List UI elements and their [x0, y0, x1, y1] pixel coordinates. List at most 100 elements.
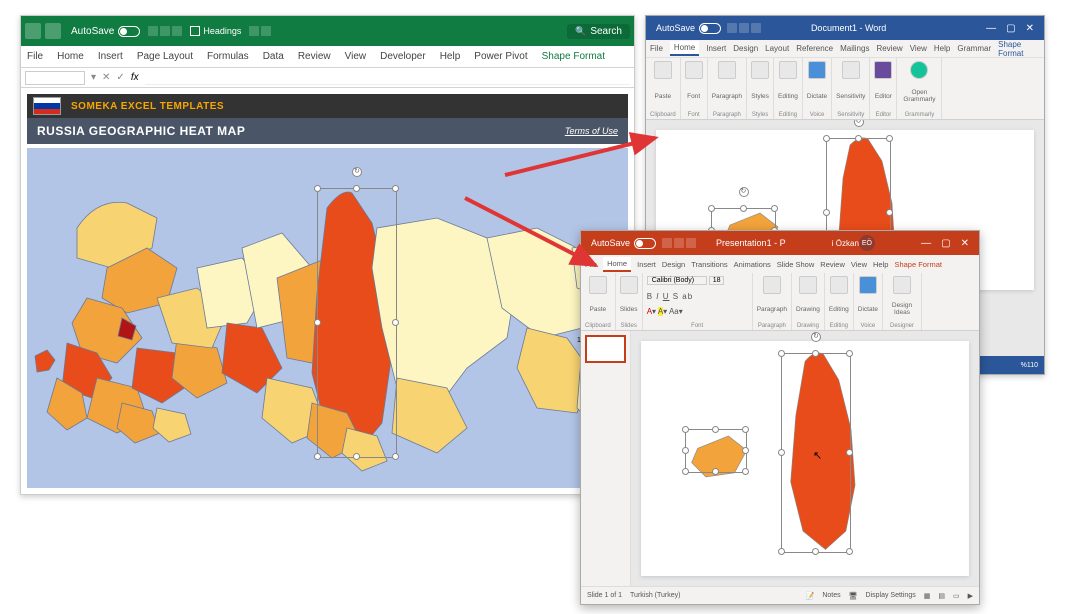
notes-button[interactable]: Notes: [822, 592, 840, 599]
tab-formulas[interactable]: Formulas: [207, 51, 249, 62]
ribbon-sensitivity[interactable]: SensitivitySensitivity: [832, 58, 870, 119]
checkbox-icon[interactable]: [190, 26, 200, 36]
tab-slide-show[interactable]: Slide Show: [777, 260, 815, 269]
name-box[interactable]: [25, 71, 85, 85]
grid-icon[interactable]: [45, 23, 61, 39]
paragraph-icon[interactable]: [763, 276, 781, 294]
ribbon-dictate[interactable]: DictateVoice: [854, 273, 883, 330]
tab-animations[interactable]: Animations: [734, 260, 771, 269]
toggle-icon[interactable]: [699, 23, 721, 34]
grammarly-icon[interactable]: [910, 61, 928, 79]
search-box[interactable]: 🔍 Search: [567, 24, 630, 39]
pasted-shapes[interactable]: [641, 341, 969, 576]
editing-icon[interactable]: [779, 61, 797, 79]
maximize-icon[interactable]: ▢: [941, 238, 950, 249]
slide[interactable]: ↖: [641, 341, 969, 576]
tab-insert[interactable]: Insert: [706, 44, 726, 53]
slide-thumbnail-panel[interactable]: [581, 331, 631, 586]
view-reading-icon[interactable]: ▭: [953, 592, 960, 600]
tab-view[interactable]: View: [910, 44, 927, 53]
maximize-icon[interactable]: ▢: [1006, 23, 1015, 34]
tab-design[interactable]: Design: [733, 44, 758, 53]
ribbon-clipboard[interactable]: PasteClipboard: [646, 58, 681, 119]
minimize-icon[interactable]: —: [921, 238, 931, 249]
autosave-toggle[interactable]: AutoSave: [656, 23, 721, 34]
ribbon-grammarly[interactable]: Open GrammarlyGrammarly: [897, 58, 942, 119]
toggle-icon[interactable]: [634, 238, 656, 249]
save-icon[interactable]: [148, 26, 158, 36]
tab-developer[interactable]: Developer: [380, 51, 426, 62]
redo-icon[interactable]: [751, 23, 761, 33]
new-slide-icon[interactable]: [620, 276, 638, 294]
paragraph-icon[interactable]: [718, 61, 736, 79]
view-normal-icon[interactable]: ▦: [924, 592, 931, 600]
cursor-icon[interactable]: [261, 26, 271, 36]
language-label[interactable]: Turkish (Turkey): [630, 592, 680, 599]
ribbon-paragraph[interactable]: ParagraphParagraph: [708, 58, 747, 119]
tab-mailings[interactable]: Mailings: [840, 44, 869, 53]
ribbon-font[interactable]: FontFont: [681, 58, 708, 119]
toggle-icon[interactable]: [118, 26, 140, 37]
tab-shape-format[interactable]: Shape Format: [894, 260, 942, 269]
close-icon[interactable]: ✕: [1026, 23, 1034, 34]
tab-help[interactable]: Help: [934, 44, 950, 53]
editor-icon[interactable]: [874, 61, 892, 79]
minimize-icon[interactable]: —: [986, 23, 996, 34]
design-ideas-icon[interactable]: [893, 276, 911, 294]
tab-shape-format[interactable]: Shape Format: [542, 51, 605, 62]
font-size-select[interactable]: 18: [709, 276, 725, 285]
dictate-icon[interactable]: [808, 61, 826, 79]
undo-icon[interactable]: [739, 23, 749, 33]
tab-reference[interactable]: Reference: [796, 44, 833, 53]
tab-power-pivot[interactable]: Power Pivot: [474, 51, 527, 62]
tab-help[interactable]: Help: [440, 51, 461, 62]
save-icon[interactable]: [727, 23, 737, 33]
ribbon-editing[interactable]: EditingEditing: [825, 273, 854, 330]
autosave-toggle[interactable]: AutoSave: [71, 26, 140, 37]
tab-help[interactable]: Help: [873, 260, 888, 269]
user-avatar-icon[interactable]: EÖ: [859, 235, 875, 251]
ribbon-font[interactable]: Calibri (Body) 18 B I U S ab A▾ A▾ Aa▾ F…: [643, 273, 753, 330]
sensitivity-icon[interactable]: [842, 61, 860, 79]
view-sorter-icon[interactable]: ▤: [938, 592, 945, 600]
styles-icon[interactable]: [751, 61, 769, 79]
tab-file[interactable]: File: [27, 51, 43, 62]
tab-shape-format[interactable]: Shape Format: [998, 40, 1040, 58]
undo-icon[interactable]: [674, 238, 684, 248]
font-icon[interactable]: [685, 61, 703, 79]
dictate-icon[interactable]: [859, 276, 877, 294]
tab-file[interactable]: File: [650, 44, 663, 53]
slide-canvas-area[interactable]: ↖: [631, 331, 979, 586]
tab-grammar[interactable]: Grammar: [957, 44, 991, 53]
formula-input[interactable]: [145, 71, 630, 85]
save-icon[interactable]: [662, 238, 672, 248]
close-icon[interactable]: ✕: [961, 238, 969, 249]
tab-view[interactable]: View: [345, 51, 367, 62]
redo-icon[interactable]: [172, 26, 182, 36]
view-slideshow-icon[interactable]: ▶: [968, 592, 973, 600]
ribbon-styles[interactable]: StylesStyles: [747, 58, 774, 119]
print-icon[interactable]: [249, 26, 259, 36]
tab-design[interactable]: Design: [662, 260, 685, 269]
font-name-select[interactable]: Calibri (Body): [647, 276, 707, 285]
zoom-label[interactable]: %110: [1021, 362, 1038, 369]
ribbon-drawing[interactable]: DrawingDrawing: [792, 273, 825, 330]
display-settings-button[interactable]: Display Settings: [866, 592, 916, 599]
undo-icon[interactable]: [160, 26, 170, 36]
redo-icon[interactable]: [686, 238, 696, 248]
tab-layout[interactable]: Layout: [765, 44, 789, 53]
tab-page-layout[interactable]: Page Layout: [137, 51, 193, 62]
ribbon-paragraph[interactable]: ParagraphParagraph: [753, 273, 792, 330]
ribbon-editing[interactable]: EditingEditing: [774, 58, 803, 119]
tab-insert[interactable]: Insert: [98, 51, 123, 62]
tab-review[interactable]: Review: [298, 51, 331, 62]
tab-transitions[interactable]: Transitions: [691, 260, 727, 269]
editing-icon[interactable]: [830, 276, 848, 294]
tab-review[interactable]: Review: [820, 260, 845, 269]
slide-thumbnail-1[interactable]: [585, 335, 626, 363]
paste-icon[interactable]: [654, 61, 672, 79]
tab-review[interactable]: Review: [876, 44, 902, 53]
tab-home[interactable]: Home: [670, 41, 699, 56]
tab-home[interactable]: Home: [57, 51, 84, 62]
rotate-handle-icon[interactable]: [854, 120, 864, 127]
